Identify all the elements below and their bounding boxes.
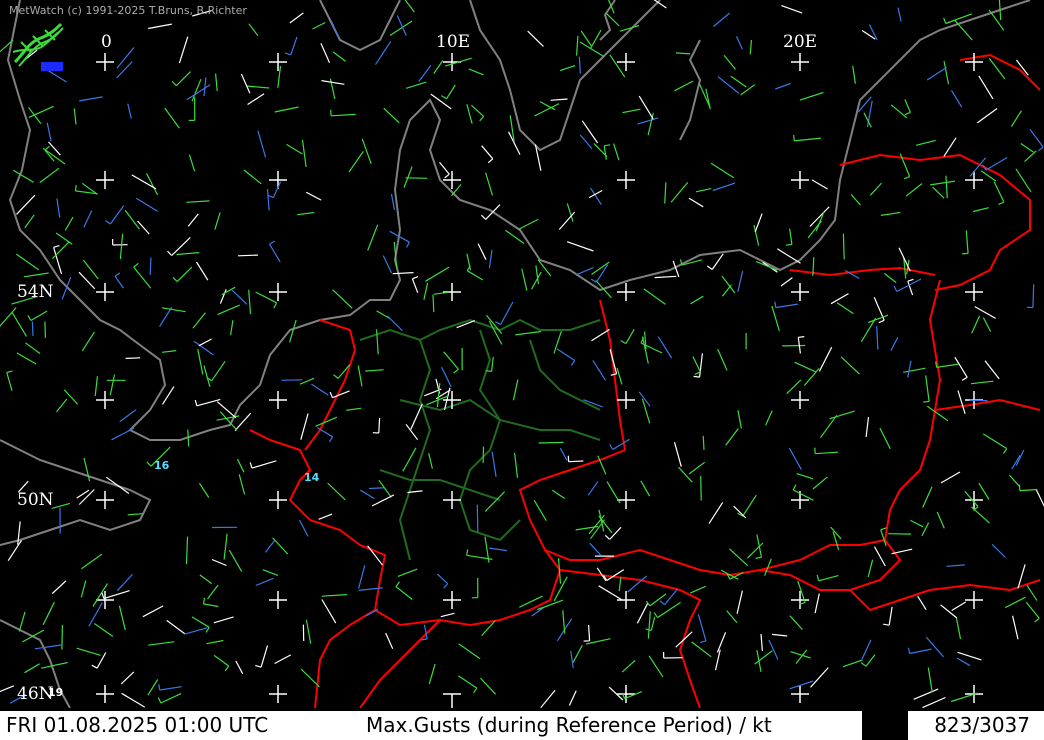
wind-barb (842, 233, 845, 260)
wind-barb-flag (693, 375, 700, 378)
wind-barb (568, 460, 584, 463)
wind-barb (702, 435, 705, 450)
valid-time: FRI 01.08.2025 01:00 UTC (6, 713, 269, 737)
wind-barb (368, 487, 385, 490)
wind-barb (378, 417, 381, 434)
gust-value-label: 14 (304, 471, 320, 484)
wind-barb (31, 321, 34, 337)
wind-barb-flag (485, 370, 492, 372)
weather-map: MetWatch (c) 1991-2025 T.Bruns, B.Richte… (0, 0, 1044, 740)
wind-barb (125, 357, 141, 359)
wind-barb (61, 624, 63, 650)
gust-value-label: 16 (154, 459, 170, 472)
gust-value-label: 19 (48, 686, 64, 699)
wind-barb-flag (793, 134, 795, 141)
wind-barb-flag (785, 243, 792, 246)
wind-barb (538, 441, 564, 444)
latitude-label-50n: 50N (17, 490, 54, 510)
wind-barb (476, 504, 479, 532)
wind-barb (405, 177, 428, 179)
wind-barb (44, 321, 46, 338)
metwatch-logo-icon (12, 22, 64, 71)
wind-barb (700, 475, 702, 501)
wind-barb (432, 294, 435, 313)
copyright-credit: MetWatch (c) 1991-2025 T.Bruns, B.Richte… (9, 4, 247, 17)
wind-barb (281, 379, 303, 381)
longitude-label-20e: 20E (783, 32, 818, 52)
wind-barb-flag (923, 400, 930, 403)
wind-barb (238, 254, 258, 257)
map-canvas (0, 0, 1044, 708)
wind-barb (149, 257, 152, 275)
wind-barb-flag (962, 252, 969, 255)
wind-barb (1032, 284, 1035, 308)
legend-swatch (862, 711, 908, 740)
map-background (0, 0, 1044, 708)
wind-barb-flag (74, 184, 77, 191)
status-bar: FRI 01.08.2025 01:00 UTC Max.Gusts (duri… (0, 708, 1044, 740)
latitude-label-54n: 54N (17, 282, 54, 302)
wind-barb-flag (798, 336, 805, 338)
longitude-label-0: 0 (101, 32, 112, 52)
product-title: Max.Gusts (during Reference Period) / kt (366, 713, 772, 737)
station-count: 823/3037 (934, 713, 1030, 737)
longitude-label-10e: 10E (436, 32, 471, 52)
